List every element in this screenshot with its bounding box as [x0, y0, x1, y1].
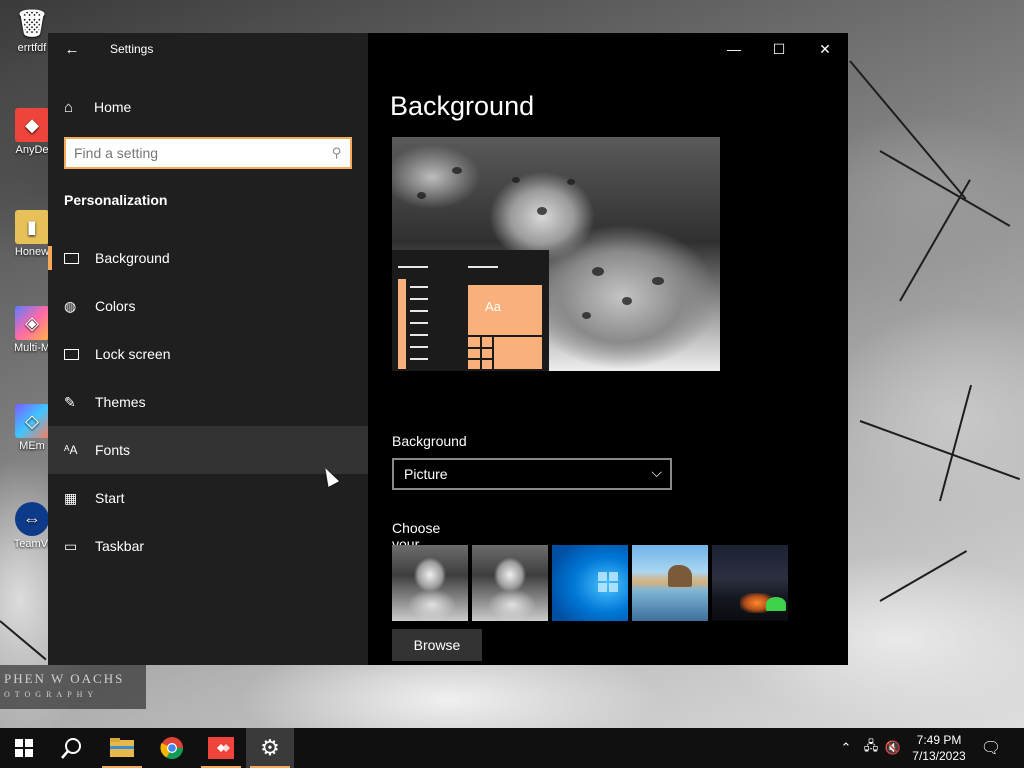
minimize-button[interactable]: —: [711, 33, 757, 65]
clock-time: 7:49 PM: [916, 733, 962, 747]
taskbar-clock[interactable]: 7:49 PM 7/13/2023: [906, 732, 972, 764]
close-button[interactable]: ✕: [802, 33, 848, 65]
sidebar-home[interactable]: ⌂ Home: [48, 91, 368, 123]
sidebar-item-themes[interactable]: ✎ Themes: [48, 378, 368, 426]
folder-icon: ▮: [15, 210, 49, 244]
close-icon: ✕: [819, 40, 831, 57]
picture-thumbnails: [392, 545, 788, 621]
sidebar-item-label: Lock screen: [95, 346, 171, 362]
thumbnail-beach[interactable]: [632, 545, 708, 621]
chrome-icon: [160, 737, 183, 759]
maximize-button[interactable]: ☐: [756, 33, 802, 65]
search-icon: ⚲: [332, 145, 342, 160]
sidebar-item-label: Fonts: [95, 442, 131, 458]
clock-date: 7/13/2023: [912, 749, 966, 763]
minimize-icon: —: [727, 41, 741, 57]
show-hidden-icons-chevron[interactable]: ⌃: [838, 738, 854, 758]
sidebar-nav: Background ◍ Colors Lock screen ✎ Themes…: [48, 234, 368, 570]
volume-muted-icon[interactable]: 🔇: [884, 738, 902, 758]
file-explorer-icon: [110, 738, 134, 757]
thumbnail-snow-leopard-1[interactable]: [392, 545, 468, 621]
taskbar-chrome[interactable]: [148, 728, 196, 768]
start-icon: ▦: [64, 489, 78, 506]
taskbar-search-button[interactable]: [48, 728, 96, 768]
sidebar-item-label: Background: [95, 250, 170, 266]
search-box[interactable]: ⚲: [64, 137, 352, 169]
picture-icon: [64, 252, 95, 264]
sidebar-item-label: Colors: [95, 298, 136, 314]
taskbar-file-explorer[interactable]: [98, 728, 146, 768]
back-button[interactable]: ←: [58, 37, 86, 61]
multi-app-icon: ◈: [15, 306, 49, 340]
notification-center-icon[interactable]: 🗨: [980, 738, 1002, 758]
fonts-icon: ᴬA: [64, 443, 78, 457]
sidebar-item-label: Themes: [95, 394, 146, 410]
page-title: Background: [390, 91, 535, 121]
back-arrow-icon: ←: [64, 40, 80, 58]
taskbar: ⚙ ⌃ 🖧 🔇 7:49 PM 7/13/2023 🗨: [0, 728, 1024, 768]
teamviewer-icon: ⇔: [15, 502, 49, 536]
sidebar-item-lock-screen[interactable]: Lock screen: [48, 330, 368, 378]
anydesk-icon: [208, 737, 234, 759]
themes-icon: ✎: [64, 393, 76, 410]
start-menu-preview: Aa: [392, 250, 549, 371]
thumbnail-snow-leopard-2[interactable]: [472, 545, 548, 621]
settings-sidebar: ← Settings ⌂ Home ⚲ Personalization Back…: [48, 33, 368, 665]
taskbar-settings[interactable]: ⚙: [246, 728, 294, 768]
settings-gear-icon: ⚙: [260, 735, 280, 760]
browse-button[interactable]: Browse: [392, 629, 482, 661]
background-preview: Aa: [392, 137, 720, 371]
search-icon: [61, 738, 81, 759]
sidebar-item-taskbar[interactable]: ▭ Taskbar: [48, 522, 368, 570]
windows-start-icon: [15, 739, 33, 757]
taskbar-anydesk[interactable]: [197, 728, 245, 768]
preview-tile-text: Aa: [485, 299, 501, 314]
section-title: Personalization: [64, 192, 168, 208]
photographer-watermark: PHEN W OACHS OTOGRAPHY: [0, 665, 146, 709]
app-title: Settings: [110, 42, 154, 56]
network-icon[interactable]: 🖧: [862, 738, 880, 758]
anydesk-icon: ◆: [15, 108, 49, 142]
thumbnail-windows-blue[interactable]: [552, 545, 628, 621]
home-label: Home: [94, 99, 132, 115]
sidebar-item-label: Taskbar: [95, 538, 145, 554]
recycle-bin-icon: 🗑: [15, 7, 49, 38]
home-icon: ⌂: [64, 98, 74, 116]
sidebar-item-label: Start: [95, 490, 125, 506]
background-type-label: Background: [392, 433, 467, 449]
thumbnail-night-sky[interactable]: [712, 545, 788, 621]
palette-icon: ◍: [64, 297, 77, 314]
sidebar-item-colors[interactable]: ◍ Colors: [48, 282, 368, 330]
chevron-down-icon: ⌵: [651, 464, 662, 480]
lock-screen-icon: [64, 348, 95, 360]
start-button[interactable]: [0, 728, 48, 768]
settings-window: ← Settings ⌂ Home ⚲ Personalization Back…: [48, 33, 848, 665]
dropdown-value: Picture: [404, 466, 448, 482]
sidebar-item-background[interactable]: Background: [48, 234, 368, 282]
background-type-dropdown[interactable]: Picture ⌵: [392, 458, 672, 490]
taskbar-icon: ▭: [64, 537, 78, 554]
memu-icon: ◇: [15, 404, 49, 438]
sidebar-item-start[interactable]: ▦ Start: [48, 474, 368, 522]
search-input[interactable]: [74, 145, 333, 161]
maximize-icon: ☐: [772, 40, 786, 57]
sidebar-item-fonts[interactable]: ᴬA Fonts: [48, 426, 368, 474]
